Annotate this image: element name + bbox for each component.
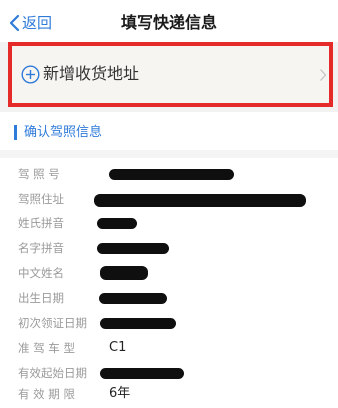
info-label: 中文姓名: [18, 266, 64, 280]
redaction-mark: [100, 368, 184, 379]
navigation-bar: 返回 填写快递信息: [0, 0, 338, 44]
info-row-given-name-pinyin: 名字拼音: [18, 238, 338, 262]
info-row-surname-pinyin: 姓氏拼音: [18, 213, 338, 237]
info-value: C1: [109, 340, 127, 355]
info-label: 出生日期: [18, 291, 64, 305]
info-label: 准 驾 车 型: [18, 341, 75, 355]
redaction-mark: [100, 318, 176, 329]
info-row-vehicle-class: 准 驾 车 型 C1: [18, 338, 338, 362]
redaction-mark: [97, 243, 169, 254]
info-label: 驾 照 号: [18, 167, 60, 181]
info-row-first-issue-date: 初次领证日期: [18, 313, 338, 337]
redaction-mark: [97, 218, 137, 229]
info-row-validity-period: 有 效 期 限 6年: [18, 384, 338, 408]
info-label: 有 效 期 限: [18, 387, 75, 401]
redaction-mark: [94, 194, 306, 207]
add-address-label: 新增收货地址: [43, 64, 140, 83]
info-label: 初次领证日期: [18, 316, 87, 330]
info-value: 6年: [109, 386, 131, 401]
chevron-right-icon: [319, 67, 327, 86]
info-row-chinese-name: 中文姓名: [18, 263, 338, 287]
section-title: 确认驾照信息: [24, 125, 103, 140]
license-section-header: 确认驾照信息: [0, 112, 338, 152]
redaction-mark: [109, 169, 234, 180]
redaction-mark: [99, 293, 167, 304]
plus-circle-icon: [21, 65, 40, 88]
info-row-license-address: 驾照住址: [18, 189, 338, 213]
info-label: 驾照住址: [18, 192, 64, 206]
info-label: 姓氏拼音: [18, 216, 64, 230]
info-label: 有效起始日期: [18, 366, 87, 380]
add-address-button[interactable]: 新增收货地址: [8, 42, 333, 107]
info-row-birth-date: 出生日期: [18, 288, 338, 312]
page-title: 填写快递信息: [120, 13, 217, 32]
info-label: 名字拼音: [18, 241, 64, 255]
redaction-mark: [100, 266, 148, 280]
section-accent-bar: [14, 125, 17, 140]
info-row-license-number: 驾 照 号: [18, 164, 338, 188]
section-divider: [0, 150, 338, 158]
